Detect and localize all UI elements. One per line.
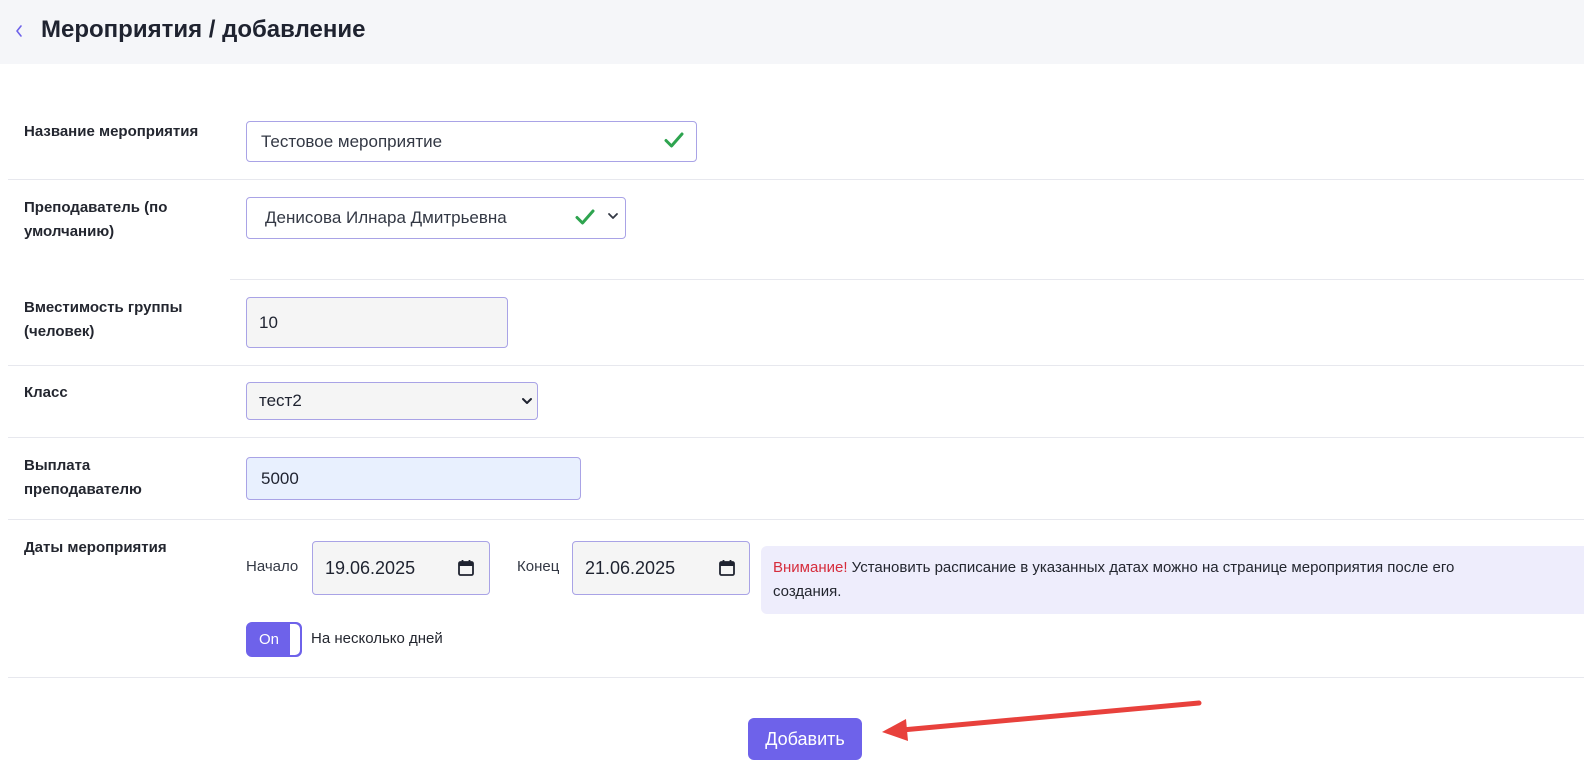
event-name-label: Название мероприятия xyxy=(24,123,199,140)
payment-input[interactable]: 5000 xyxy=(246,457,581,500)
payment-label-line2: преподавателю xyxy=(24,481,142,498)
row-divider xyxy=(8,519,1584,520)
payment-value: 5000 xyxy=(261,468,299,488)
teacher-label-line2: умолчанию) xyxy=(24,223,115,240)
calendar-icon[interactable] xyxy=(457,559,475,577)
payment-label-line1: Выплата xyxy=(24,457,91,474)
back-button[interactable] xyxy=(10,20,28,42)
alert-text-line2: создания. xyxy=(773,583,842,600)
multi-day-toggle[interactable]: On xyxy=(246,622,302,657)
start-date-value: 19.06.2025 xyxy=(325,557,416,578)
alert-warning-label: Внимание! xyxy=(773,559,848,576)
teacher-select-value: Денисова Илнара Дмитрьевна xyxy=(265,208,507,227)
capacity-label-line1: Вместимость группы xyxy=(24,299,183,316)
end-date-value: 21.06.2025 xyxy=(585,557,676,578)
add-button[interactable]: Добавить xyxy=(748,718,862,760)
page-title: Мероприятия / добавление xyxy=(41,16,366,43)
row-divider xyxy=(8,677,1584,678)
teacher-select[interactable]: Денисова Илнара Дмитрьевна xyxy=(246,197,626,239)
class-select[interactable]: тест2 xyxy=(246,382,538,420)
alert-text-line1: Установить расписание в указанных датах … xyxy=(847,559,1455,576)
end-date-label: Конец xyxy=(517,558,560,575)
chevron-down-icon xyxy=(607,211,619,221)
event-name-input[interactable]: Тестовое мероприятие xyxy=(246,121,697,162)
row-divider xyxy=(8,179,1584,180)
teacher-valid-check-icon xyxy=(575,208,595,226)
row-divider xyxy=(230,279,1584,280)
calendar-icon[interactable] xyxy=(718,559,736,577)
toggle-state-label: On xyxy=(259,631,280,648)
arrow-annotation-icon xyxy=(882,700,1202,741)
multi-day-caption: На несколько дней xyxy=(311,630,443,647)
start-date-label: Начало xyxy=(246,558,299,575)
row-divider xyxy=(8,437,1584,438)
capacity-input[interactable]: 10 xyxy=(246,297,508,348)
page-header: Мероприятия / добавление xyxy=(0,0,1584,64)
class-select-value: тест2 xyxy=(259,391,302,410)
toggle-knob xyxy=(290,624,300,655)
chevron-left-icon xyxy=(16,25,22,37)
row-divider xyxy=(8,365,1584,366)
schedule-alert: Внимание! Установить расписание в указан… xyxy=(761,546,1584,614)
dates-label: Даты мероприятия xyxy=(24,539,167,556)
capacity-label-line2: (человек) xyxy=(24,323,95,340)
chevron-down-icon xyxy=(521,396,533,406)
teacher-label-line1: Преподаватель (по xyxy=(24,199,168,216)
class-label: Класс xyxy=(24,384,68,401)
capacity-value: 10 xyxy=(259,312,278,332)
event-name-value: Тестовое мероприятие xyxy=(261,131,443,151)
event-name-valid-check-icon xyxy=(664,131,684,149)
